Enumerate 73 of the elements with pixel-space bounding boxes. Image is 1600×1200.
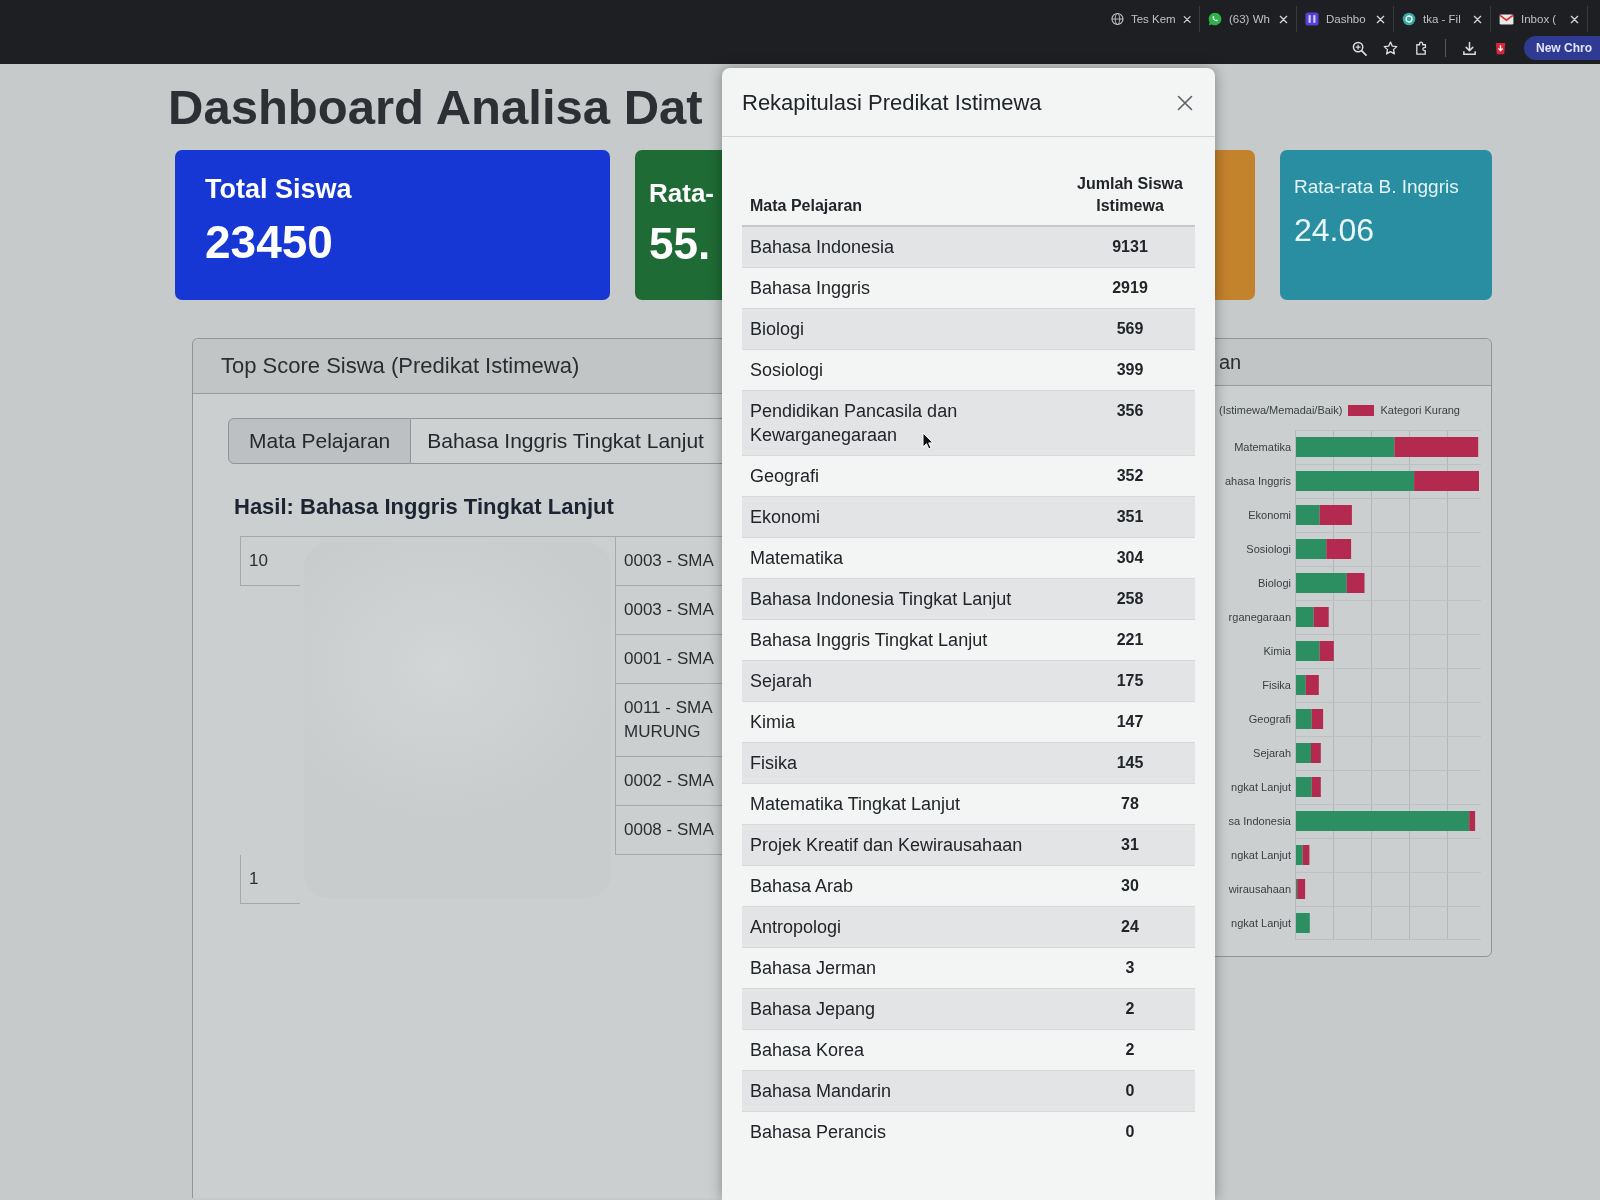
stat-label: Total Siswa (205, 174, 352, 205)
table-cell: 2 (1065, 988, 1195, 1030)
modal-title: Rekapitulasi Predikat Istimewa (742, 90, 1042, 116)
table-cell: 9131 (1065, 226, 1195, 268)
table-cell: 569 (1065, 308, 1195, 350)
mouse-pointer-icon (922, 432, 934, 450)
result-heading: Hasil: Bahasa Inggris Tingkat Lanjut (234, 494, 614, 520)
table-cell: Bahasa Indonesia Tingkat Lanjut (742, 578, 1065, 620)
table-cell: 0 (1065, 1070, 1195, 1112)
circle-logo-icon (1402, 12, 1416, 26)
axis-label: Geografi (1248, 712, 1291, 727)
page-title: Dashboard Analisa Dat (168, 79, 703, 136)
table-cell: 356 (1065, 390, 1195, 456)
update-button[interactable]: New Chro (1524, 36, 1600, 60)
browser-tab[interactable]: Tes Kem (1103, 6, 1200, 32)
table-cell: 10 (240, 537, 300, 586)
table-cell: Antropologi (742, 906, 1065, 948)
panel-title: Top Score Siswa (Predikat Istimewa) (221, 353, 580, 378)
browser-tab[interactable]: Inbox ( (1491, 6, 1588, 32)
stat-label: Rata- (649, 178, 714, 209)
close-icon[interactable] (1177, 95, 1193, 111)
table-cell: Projek Kreatif dan Kewirausahaan (742, 824, 1065, 866)
table-cell: Pendidikan Pancasila dan Kewarganegaraan (742, 390, 1065, 456)
app-logo-icon (1305, 12, 1319, 26)
legend-label: Kategori Kurang (1380, 404, 1460, 416)
table-cell: Bahasa Mandarin (742, 1070, 1065, 1112)
table-cell: Sejarah (742, 660, 1065, 702)
stat-label: Rata-rata B. Inggris (1294, 176, 1459, 198)
arrow-badge-icon[interactable] (1493, 40, 1508, 56)
browser-tab[interactable]: tka - Fil (1394, 6, 1491, 32)
axis-label: Sejarah (1253, 746, 1291, 761)
stat-value: 55. (649, 219, 711, 269)
browser-tab[interactable]: Dashbo (1297, 6, 1394, 32)
table-cell: Bahasa Perancis (742, 1111, 1065, 1152)
puzzle-icon[interactable] (1414, 40, 1429, 56)
table-cell: 351 (1065, 496, 1195, 538)
table-cell: Bahasa Jepang (742, 988, 1065, 1030)
table-cell: Fisika (742, 742, 1065, 784)
table-cell: 258 (1065, 578, 1195, 620)
axis-label: ahasa Inggris (1224, 474, 1291, 489)
download-icon[interactable] (1462, 40, 1477, 56)
axis-label: Fisika (1262, 678, 1291, 693)
table-cell: 24 (1065, 906, 1195, 948)
axis-label: Matematika (1234, 440, 1291, 455)
envelope-icon (1499, 13, 1514, 25)
table-cell: 31 (1065, 824, 1195, 866)
stat-value: 24.06 (1294, 212, 1375, 249)
globe-icon (1111, 12, 1124, 26)
table-cell: 1 (240, 855, 300, 904)
stat-value: 23450 (205, 215, 333, 269)
browser-tab[interactable]: (63) Wh (1200, 6, 1297, 32)
axis-label: ngkat Lanjut (1231, 848, 1291, 863)
axis-label: rganegaraan (1228, 610, 1291, 625)
zoom-in-icon[interactable] (1352, 40, 1367, 56)
axis-label: wirausahaan (1228, 882, 1291, 897)
table-cell: 0 (1065, 1111, 1195, 1152)
field-label: Mata Pelajaran (228, 418, 412, 464)
axis-label: ngkat Lanjut (1231, 916, 1291, 931)
axis-label: ngkat Lanjut (1231, 780, 1291, 795)
axis-label: Biologi (1257, 576, 1291, 591)
panel-title: an (1219, 351, 1242, 373)
axis-label: sa Indonesia (1228, 814, 1291, 829)
chat-bubble-icon (1208, 12, 1222, 26)
table-cell: 175 (1065, 660, 1195, 702)
table-cell: Ekonomi (742, 496, 1065, 538)
axis-label: Ekonomi (1248, 508, 1291, 523)
legend-label: (Istimewa/Memadai/Baik) (1219, 404, 1343, 416)
table-cell: 145 (1065, 742, 1195, 784)
table-cell: Biologi (742, 308, 1065, 350)
axis-label: Sosiologi (1246, 542, 1291, 557)
table-cell: Bahasa Indonesia (742, 226, 1065, 268)
axis-label: Kimia (1263, 644, 1291, 659)
star-icon[interactable] (1383, 40, 1398, 56)
